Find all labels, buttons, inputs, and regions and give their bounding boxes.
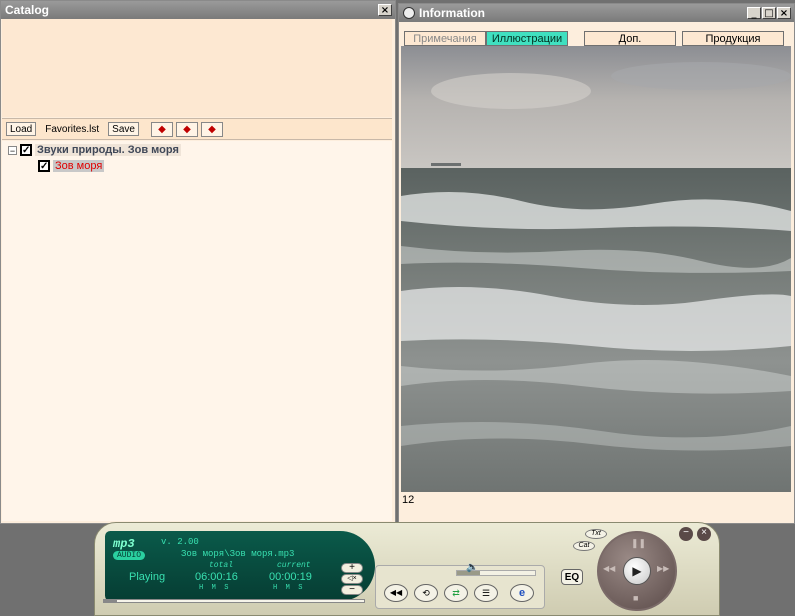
cat-button[interactable]: Cat bbox=[573, 541, 595, 551]
play-button[interactable]: ▶ bbox=[623, 557, 651, 585]
move-bottom-icon: ◆ bbox=[208, 123, 216, 135]
track-path: Зов моря\Зов моря.mp3 bbox=[181, 549, 295, 559]
tree-child-checkbox[interactable]: ✓ bbox=[38, 160, 50, 172]
tree-child-item[interactable]: ✓ Зов моря bbox=[38, 160, 105, 172]
current-label: current bbox=[277, 561, 311, 570]
film-reel-icon bbox=[403, 7, 415, 19]
player-display: mp3 AUDIO v. 2.00 Зов моря\Зов моря.mp3 … bbox=[105, 531, 375, 601]
shuffle-button[interactable]: ⇄ bbox=[444, 584, 468, 602]
load-button[interactable]: Load bbox=[6, 122, 37, 136]
volume-up-button[interactable]: + bbox=[341, 563, 363, 573]
information-close-button[interactable]: × bbox=[777, 7, 791, 19]
tab-illustrations[interactable]: Иллюстрации bbox=[486, 31, 568, 46]
repeat-button[interactable]: ⟲ bbox=[414, 584, 438, 602]
playlist-button[interactable]: ☰ bbox=[474, 584, 498, 602]
catalog-description-pane bbox=[2, 19, 392, 117]
tree-collapse-button[interactable]: − bbox=[8, 145, 17, 155]
catalog-title: Catalog bbox=[5, 3, 50, 17]
information-title: Information bbox=[419, 6, 485, 20]
move-up-down-icon: ◆ bbox=[183, 123, 191, 135]
mp3-player: mp3 AUDIO v. 2.00 Зов моря\Зов моря.mp3 … bbox=[94, 522, 720, 616]
mute-button[interactable]: ◁× bbox=[341, 574, 363, 584]
stop-button[interactable]: ■ bbox=[633, 593, 638, 603]
audio-badge: AUDIO bbox=[113, 551, 146, 560]
prev-button[interactable]: ◀◀ bbox=[603, 564, 615, 573]
tree-root-label: Звуки природы. Зов моря bbox=[35, 144, 181, 156]
player-close-button[interactable]: × bbox=[697, 527, 711, 541]
tree-child-label: Зов моря bbox=[53, 160, 105, 172]
save-button[interactable]: Save bbox=[108, 122, 139, 136]
move-up-down-button[interactable]: ◆ bbox=[175, 121, 198, 137]
tab-notes[interactable]: Примечания bbox=[404, 31, 486, 46]
prev-track-button[interactable]: ◀◀ bbox=[384, 584, 408, 602]
maximize-button[interactable]: □ bbox=[762, 7, 776, 19]
next-button[interactable]: ▶▶ bbox=[657, 564, 669, 573]
move-all-button[interactable]: ◆ bbox=[150, 121, 173, 137]
illustration-image bbox=[401, 46, 791, 492]
volume-down-button[interactable]: − bbox=[341, 585, 363, 595]
internet-button[interactable]: e bbox=[510, 584, 534, 602]
txt-button[interactable]: Txt bbox=[585, 529, 607, 539]
tree-root-item[interactable]: − ✓ Звуки природы. Зов моря bbox=[8, 144, 181, 156]
tab-extra-info[interactable]: Доп. информация bbox=[584, 31, 676, 59]
speaker-icon: 🔈 bbox=[466, 562, 479, 573]
total-label: total bbox=[209, 561, 234, 570]
catalog-tree: − ✓ Звуки природы. Зов моря ✓ Зов моря bbox=[2, 141, 392, 521]
information-titlebar[interactable]: Information _ □ × bbox=[399, 4, 794, 22]
tree-root-checkbox[interactable]: ✓ bbox=[20, 144, 32, 156]
eq-button[interactable]: EQ bbox=[561, 569, 583, 585]
catalog-close-button[interactable]: × bbox=[378, 4, 392, 16]
player-version: v. 2.00 bbox=[161, 537, 199, 547]
total-hms: H M S bbox=[199, 584, 229, 592]
total-time: 06:00:16 bbox=[195, 571, 238, 583]
catalog-toolbar: Load Favorites.lst Save ◆ ◆ ◆ bbox=[2, 118, 392, 140]
page-number: 12 bbox=[402, 494, 415, 506]
transport-wheel: ❚❚ ◀◀ ▶▶ ■ ▶ bbox=[597, 531, 677, 611]
minimize-button[interactable]: _ bbox=[747, 7, 761, 19]
control-panel: 🔈 ◀◀ ⟲ ⇄ ☰ e bbox=[375, 562, 545, 609]
play-state: Playing bbox=[129, 571, 166, 583]
pause-button[interactable]: ❚❚ bbox=[631, 538, 646, 549]
seek-fill bbox=[104, 600, 117, 602]
tab-products[interactable]: Продукция bbox=[682, 31, 784, 46]
mp3-logo: mp3 bbox=[113, 537, 135, 551]
playlist-name: Favorites.lst bbox=[45, 123, 100, 135]
move-bottom-button[interactable]: ◆ bbox=[200, 121, 223, 137]
move-all-icon: ◆ bbox=[158, 123, 166, 135]
seek-bar[interactable] bbox=[103, 599, 365, 603]
catalog-titlebar[interactable]: Catalog × bbox=[1, 1, 395, 19]
player-minimize-button[interactable]: − bbox=[679, 527, 693, 541]
current-hms: H M S bbox=[273, 584, 303, 592]
current-time: 00:00:19 bbox=[269, 571, 312, 583]
